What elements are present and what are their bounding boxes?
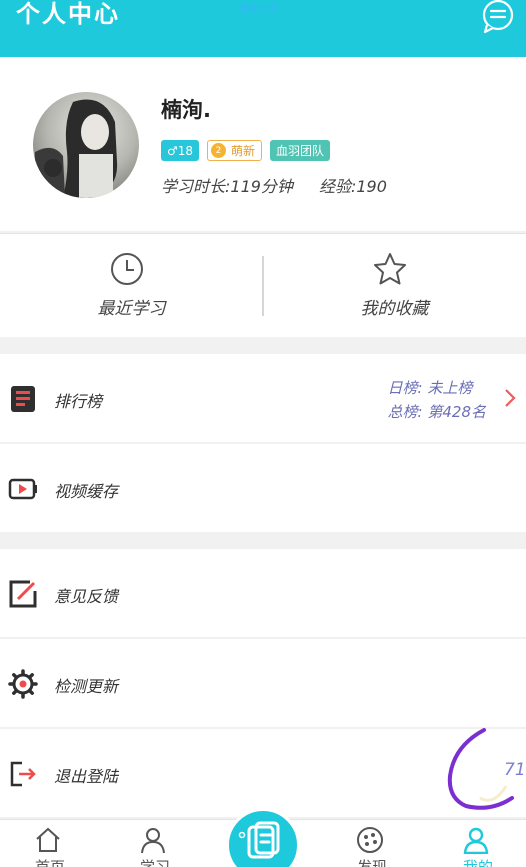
feedback-row[interactable]: 意见反馈 — [0, 549, 526, 637]
daily-rank: 日榜: 未上榜 — [387, 379, 473, 397]
gear-icon — [8, 669, 38, 699]
chevron-right-icon — [505, 389, 516, 407]
tab-study-label: 学习 — [139, 858, 170, 867]
tab-discover-label: 发现 — [356, 858, 387, 867]
tab-home[interactable]: 首页 — [0, 820, 100, 867]
rank-info: 日榜: 未上榜 总榜: 第428名 — [388, 376, 486, 424]
avatar-image — [33, 92, 139, 198]
recent-study-label: 最近学习 — [97, 299, 166, 319]
feedback-label: 意见反馈 — [54, 587, 119, 606]
video-cache-row[interactable]: 视频缓存 — [0, 444, 526, 532]
clock-icon — [111, 253, 143, 285]
note-icon — [238, 821, 280, 859]
profile-stats: 学习时长:119分钟 经验:190 — [161, 173, 387, 197]
message-button[interactable] — [480, 0, 516, 34]
check-update-label: 检测更新 — [54, 677, 119, 696]
discover-icon — [357, 827, 383, 853]
annotation-number: 71 — [504, 760, 526, 780]
leaderboard-row[interactable]: 排行榜 日榜: 未上榜 总榜: 第428名 — [0, 354, 526, 442]
tab-mine-label: 我的 — [462, 858, 493, 867]
center-action-button[interactable] — [226, 808, 300, 867]
study-time: 学习时长:119分钟 — [161, 177, 293, 196]
profile-card[interactable]: 楠洵. ♂18 2 萌新 血羽团队 学习时长:119分钟 经验:190 — [0, 57, 526, 231]
person-icon — [141, 828, 165, 854]
video-cache-label: 视频缓存 — [54, 482, 119, 501]
activity-tag: 活动分区 — [238, 4, 278, 15]
page-title: 个人中心 — [16, 0, 120, 28]
rank-coin-icon: 2 — [211, 143, 227, 158]
user-icon — [463, 827, 489, 854]
quick-actions: 最近学习 我的收藏 — [0, 233, 526, 337]
logout-label: 退出登陆 — [54, 767, 119, 786]
leaderboard-icon — [11, 386, 35, 412]
favorites-label: 我的收藏 — [360, 299, 429, 319]
tab-discover[interactable]: 发现 — [322, 820, 422, 867]
leaderboard-label: 排行榜 — [54, 392, 103, 411]
tab-home-label: 首页 — [34, 858, 65, 867]
favorites-button[interactable]: 我的收藏 — [263, 234, 526, 338]
star-icon — [374, 253, 406, 285]
rank-badge-label: 萌新 — [231, 144, 256, 158]
check-update-row[interactable]: 检测更新 — [0, 639, 526, 727]
username: 楠洵. — [161, 98, 211, 122]
rank-badge: 2 萌新 — [207, 140, 263, 161]
video-icon — [8, 478, 37, 500]
recent-study-button[interactable]: 最近学习 — [0, 234, 263, 338]
home-icon — [36, 827, 60, 852]
tab-mine[interactable]: 我的 — [428, 820, 526, 867]
experience: 经验:190 — [318, 177, 387, 196]
total-rank: 总榜: 第428名 — [387, 403, 486, 421]
gender-age-badge: ♂18 — [161, 140, 200, 161]
team-badge: 血羽团队 — [270, 140, 331, 161]
logout-icon — [10, 761, 36, 787]
badge-row: ♂18 2 萌新 血羽团队 — [161, 140, 331, 161]
tab-study[interactable]: 学习 — [105, 820, 205, 867]
edit-icon — [9, 580, 37, 608]
message-icon — [482, 0, 514, 34]
top-bar: 个人中心 活动分区 — [0, 0, 526, 57]
avatar[interactable] — [33, 92, 139, 198]
